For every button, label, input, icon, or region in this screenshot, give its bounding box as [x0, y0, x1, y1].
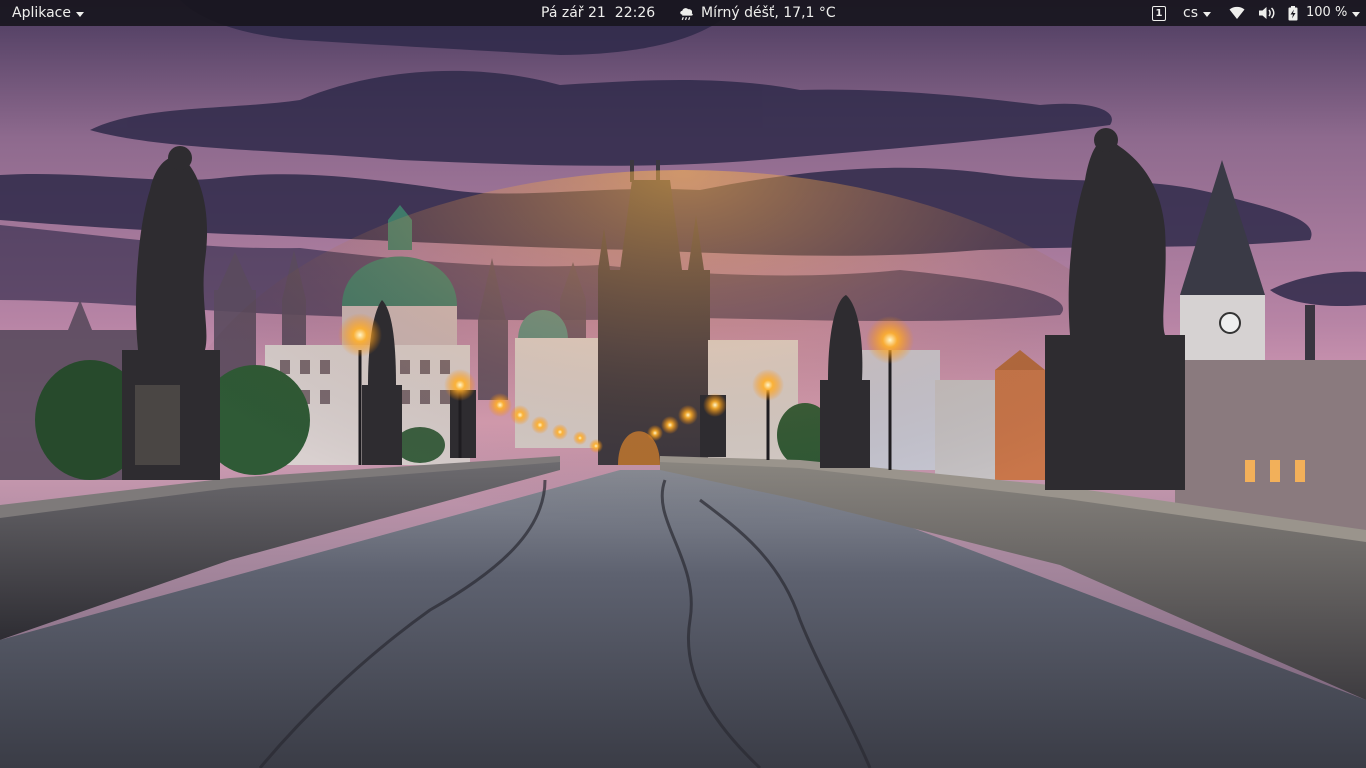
applications-menu-button[interactable]: Aplikace [12, 0, 84, 26]
wallpaper-charles-bridge [0, 0, 1366, 768]
time-label: 22:26 [614, 5, 656, 21]
workspace-number: 1 [1152, 5, 1166, 21]
battery-icon [1288, 5, 1298, 20]
workspace-indicator[interactable]: 1 [1152, 0, 1166, 26]
weather-label: Mírný déšť, 17,1 °C [701, 5, 836, 21]
applications-menu-label: Aplikace [12, 5, 71, 21]
weather-indicator[interactable]: Mírný déšť, 17,1 °C [678, 0, 836, 26]
desktop: Aplikace Pá zář 21 22:26 Mírný déšť, 17,… [0, 0, 1366, 768]
chevron-down-icon [1352, 11, 1361, 17]
chevron-down-icon [76, 11, 84, 17]
system-status-menu[interactable]: 100 % [1288, 0, 1361, 26]
volume-icon[interactable] [1258, 0, 1276, 26]
battery-percent-label: 100 % [1306, 5, 1348, 20]
top-panel: Aplikace Pá zář 21 22:26 Mírný déšť, 17,… [0, 0, 1366, 26]
keyboard-layout-menu[interactable]: cs [1183, 0, 1211, 26]
date-label: Pá zář 21 [541, 5, 606, 21]
wifi-icon[interactable] [1229, 0, 1245, 26]
keyboard-layout-label: cs [1183, 5, 1198, 21]
date-time-menu[interactable]: Pá zář 21 22:26 [541, 0, 655, 26]
chevron-down-icon [1203, 11, 1211, 17]
rain-cloud-icon [680, 7, 693, 20]
